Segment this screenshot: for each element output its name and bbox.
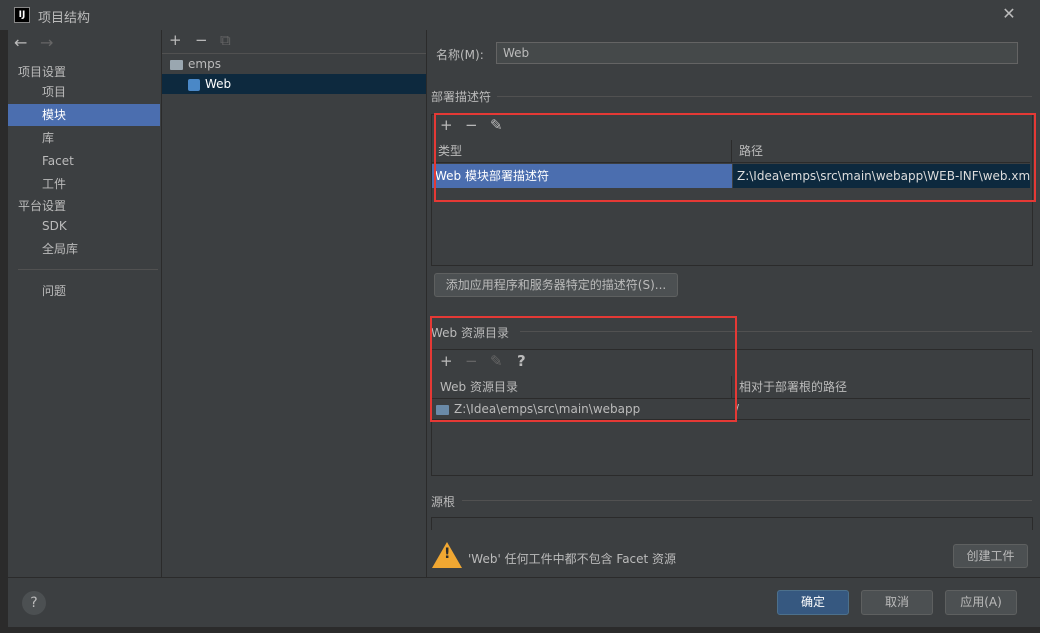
column-header-relative-path[interactable]: 相对于部署根的路径 (733, 376, 1030, 398)
project-settings-heading: 项目设置 (18, 65, 67, 79)
sidebar-item-global-libraries[interactable]: 全局库 (8, 238, 160, 260)
apply-button[interactable]: 应用(A) (945, 590, 1017, 615)
name-label: 名称(M): (436, 48, 484, 62)
add-module-icon[interactable]: + (169, 31, 182, 49)
sidebar-item-problems[interactable]: 问题 (8, 280, 160, 302)
cancel-button[interactable]: 取消 (861, 590, 933, 615)
add-server-descriptor-button[interactable]: 添加应用程序和服务器特定的描述符(S)... (434, 273, 678, 297)
section-divider (497, 96, 1032, 97)
help-button[interactable]: ? (22, 591, 46, 615)
sidebar-item-artifacts[interactable]: 工件 (8, 173, 160, 195)
sidebar-item-project[interactable]: 项目 (8, 81, 160, 103)
copy-module-icon[interactable]: ⧉ (220, 31, 231, 49)
tree-item-label: Web (205, 77, 232, 91)
sidebar-item-facet[interactable]: Facet (8, 150, 160, 172)
sidebar-item-modules[interactable]: 模块 (8, 104, 160, 126)
relative-path-cell: / (735, 402, 740, 416)
section-divider (462, 500, 1032, 501)
remove-module-icon[interactable]: − (195, 31, 208, 49)
close-icon[interactable]: ✕ (1000, 4, 1018, 24)
tree-item-label: emps (188, 57, 221, 71)
sidebar-item-sdk[interactable]: SDK (8, 215, 160, 237)
source-roots-heading: 源根 (431, 495, 456, 509)
forward-arrow-icon[interactable]: → (40, 33, 53, 52)
source-roots-list (431, 517, 1033, 530)
background-ide-edge (0, 30, 8, 627)
name-field[interactable]: Web (496, 42, 1018, 64)
title-bar (0, 0, 1040, 31)
tree-item-emps[interactable]: emps (162, 54, 426, 74)
sidebar-divider (18, 269, 158, 270)
background-ide-status-strip (0, 627, 1040, 633)
warning-exclamation: ! (444, 546, 451, 562)
window-title: 项目结构 (38, 11, 91, 26)
web-facet-icon (188, 78, 200, 91)
highlight-box-deploy (434, 113, 1036, 202)
platform-settings-heading: 平台设置 (18, 199, 67, 213)
warning-message: 'Web' 任何工件中都不包含 Facet 资源 (468, 552, 677, 566)
module-tree-panel (162, 30, 427, 577)
sidebar-item-libraries[interactable]: 库 (8, 127, 160, 149)
highlight-box-web-resources (430, 316, 737, 422)
create-artifact-button[interactable]: 创建工件 (953, 544, 1028, 568)
deploy-descriptors-heading: 部署描述符 (431, 90, 492, 104)
folder-icon (170, 59, 183, 70)
ok-button[interactable]: 确定 (777, 590, 849, 615)
tree-item-web[interactable]: Web (162, 74, 426, 94)
back-arrow-icon[interactable]: ← (14, 33, 27, 52)
intellij-app-icon: IJ (14, 7, 30, 23)
